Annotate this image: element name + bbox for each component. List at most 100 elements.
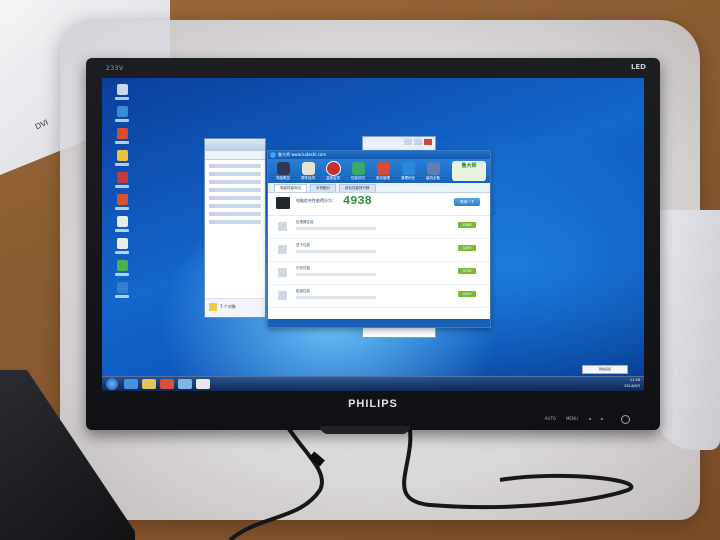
monitor-brand-logo: PHILIPS xyxy=(348,398,398,410)
desktop-icon[interactable] xyxy=(108,194,136,216)
driver-icon xyxy=(376,161,390,175)
temperature-icon xyxy=(325,160,341,176)
taskbar-clock[interactable]: 11:28 2014/6/3 xyxy=(624,377,640,389)
desktop-icon[interactable] xyxy=(108,172,136,194)
app-toolbar: 电脑概览 硬件检测 温度监测 性能测试 驱动管理 清理优化 装机必备 游戏库 鲁… xyxy=(268,159,490,183)
nav-item[interactable] xyxy=(209,220,261,224)
taskbar-folder-icon[interactable] xyxy=(142,379,156,389)
plastic-wrap-fold xyxy=(655,210,720,450)
monitor-stand xyxy=(320,426,410,434)
metric-name: 磁盘性能 xyxy=(296,289,310,293)
desktop-icon[interactable] xyxy=(108,260,136,282)
clock-date: 2014/6/3 xyxy=(624,384,640,388)
tool-overview[interactable]: 电脑概览 xyxy=(274,161,292,181)
benchmark-app-window: 鲁大师 www.ludashi.com 电脑概览 硬件检测 温度监测 性能测试 … xyxy=(267,150,491,328)
metric-description xyxy=(296,296,376,299)
metric-description xyxy=(296,227,376,230)
start-button[interactable] xyxy=(106,378,118,390)
desktop-icon[interactable] xyxy=(108,238,136,260)
taskbar-app-icon[interactable] xyxy=(196,379,210,389)
tool-performance[interactable]: 性能测试 xyxy=(349,161,367,181)
metric-row: 内存性能 3726 xyxy=(268,262,490,285)
desktop-icon[interactable] xyxy=(108,282,136,304)
metric-row: 处理器性能 4568 xyxy=(268,216,490,239)
taskbar-media-icon[interactable] xyxy=(160,379,174,389)
metric-score: 3283 xyxy=(458,245,476,251)
app-title: 鲁大师 www.ludashi.com xyxy=(278,152,327,157)
clean-icon xyxy=(401,161,415,175)
folder-icon xyxy=(209,303,217,311)
close-icon[interactable] xyxy=(424,139,432,145)
metric-score: 3726 xyxy=(458,268,476,274)
metric-score: 4568 xyxy=(458,222,476,228)
desktop-icon[interactable] xyxy=(108,128,136,150)
app-status-bar xyxy=(268,319,490,327)
desktop-icon[interactable] xyxy=(108,106,136,128)
metric-row: 磁盘性能 3059 xyxy=(268,285,490,308)
tool-software[interactable]: 装机必备 xyxy=(424,161,442,181)
monitor-buttons: AUTO MENU ◄ ► xyxy=(545,416,604,421)
tool-label: 驱动管理 xyxy=(376,175,390,180)
tab-ranking[interactable]: 综合性能排行榜 xyxy=(339,184,376,192)
score-label: 电脑综合性能得分为： xyxy=(296,198,336,203)
tool-driver[interactable]: 驱动管理 xyxy=(374,161,392,181)
nav-item[interactable] xyxy=(209,188,261,192)
metric-name: 处理器性能 xyxy=(296,220,314,224)
hardware-icon xyxy=(301,161,315,175)
window-controls xyxy=(404,139,432,145)
tab-pc-benchmark[interactable]: 电脑性能测试 xyxy=(274,184,307,192)
performance-icon xyxy=(351,161,365,175)
app-mascot: 鲁大师 xyxy=(452,161,486,181)
metric-name: 显卡性能 xyxy=(296,243,310,247)
desktop-icon[interactable] xyxy=(108,216,136,238)
nav-item[interactable] xyxy=(209,212,261,216)
gpu-icon xyxy=(278,245,287,254)
monitor-led-badge: LED xyxy=(630,63,646,71)
taskbar-app-icon[interactable] xyxy=(178,379,192,389)
desktop-icon[interactable] xyxy=(108,150,136,172)
nav-item[interactable] xyxy=(209,180,261,184)
nav-item[interactable] xyxy=(209,204,261,208)
monitor-bezel: 233V LED 7 个对象 鲁大师 www.ludashi.com 电脑概览 … xyxy=(86,58,660,430)
tool-label: 温度监测 xyxy=(326,175,340,180)
score-value: 4938 xyxy=(343,194,372,208)
tool-temperature[interactable]: 温度监测 xyxy=(324,160,342,181)
right-button[interactable]: ► xyxy=(601,416,604,421)
computer-icon xyxy=(276,197,290,209)
taskbar-ie-icon[interactable] xyxy=(124,379,138,389)
metric-description xyxy=(296,273,376,276)
app-logo-icon xyxy=(270,152,276,158)
explorer-titlebar xyxy=(205,139,265,151)
cpu-icon xyxy=(278,222,287,231)
desktop-icons xyxy=(108,84,136,304)
auto-button[interactable]: AUTO xyxy=(545,416,556,421)
metric-name: 内存性能 xyxy=(296,266,310,270)
nav-item[interactable] xyxy=(209,164,261,168)
maximize-icon[interactable] xyxy=(414,139,422,145)
explorer-status-bar: 7 个对象 xyxy=(205,298,265,317)
score-panel: 电脑综合性能得分为： 4938 再测一下 xyxy=(268,193,490,216)
desktop-icon[interactable] xyxy=(108,84,136,106)
metric-description xyxy=(296,250,376,253)
monitor-screen: 7 个对象 鲁大师 www.ludashi.com 电脑概览 硬件检测 温度监测… xyxy=(102,78,644,391)
tool-label: 清理优化 xyxy=(401,175,415,180)
retest-button[interactable]: 再测一下 xyxy=(454,198,480,206)
nav-item[interactable] xyxy=(209,196,261,200)
menu-button[interactable]: MENU xyxy=(566,416,578,421)
minimize-icon[interactable] xyxy=(404,139,412,145)
tool-hardware[interactable]: 硬件检测 xyxy=(299,161,317,181)
explorer-window[interactable]: 7 个对象 xyxy=(204,138,266,318)
overview-icon xyxy=(276,161,290,175)
tool-label: 硬件检测 xyxy=(301,175,315,180)
nav-item[interactable] xyxy=(209,172,261,176)
power-button-icon[interactable] xyxy=(621,415,630,424)
left-button[interactable]: ◄ xyxy=(588,416,591,421)
explorer-status-text: 7 个对象 xyxy=(220,304,236,309)
taskbar: 11:28 2014/6/3 xyxy=(102,376,644,391)
tool-label: 性能测试 xyxy=(351,175,365,180)
monitor-model: 233V xyxy=(106,65,124,72)
explorer-toolbar xyxy=(205,151,265,160)
tab-phone-benchmark[interactable]: 手机跑分 xyxy=(310,184,336,192)
tray-notification[interactable]: 网络连接 xyxy=(582,365,628,374)
tool-clean[interactable]: 清理优化 xyxy=(399,161,417,181)
